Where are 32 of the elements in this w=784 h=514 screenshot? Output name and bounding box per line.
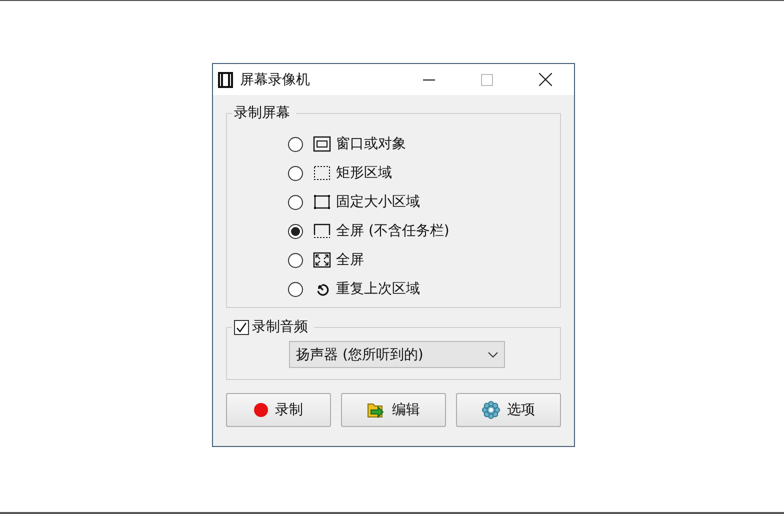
window-title: 屏幕录像机 <box>240 70 311 88</box>
radio-button[interactable] <box>288 224 303 238</box>
record-icon <box>254 403 268 417</box>
chevron-down-icon <box>488 352 498 358</box>
option-label[interactable]: 固定大小区域 <box>336 193 420 211</box>
screen-icon <box>313 223 331 239</box>
expand-icon <box>313 252 331 268</box>
edit-button[interactable]: 编辑 <box>341 393 446 427</box>
option-label[interactable]: 窗口或对象 <box>336 135 406 153</box>
minimize-icon <box>423 78 435 80</box>
gear-icon <box>482 401 500 419</box>
option-label[interactable]: 重复上次区域 <box>336 280 420 298</box>
radio-button[interactable] <box>288 282 303 296</box>
checkbox[interactable] <box>234 320 249 334</box>
option-label[interactable]: 全屏 (不含任务栏) <box>336 222 450 240</box>
audio-source-dropdown[interactable]: 扬声器 (您所听到的) <box>289 341 505 368</box>
group-label: 录制屏幕 <box>234 104 290 122</box>
maximize-icon <box>481 74 493 86</box>
close-icon <box>538 73 552 86</box>
dashed-rectangle-icon <box>313 165 331 181</box>
record-button[interactable]: 录制 <box>226 393 331 427</box>
rectangle-icon <box>313 194 331 210</box>
film-icon <box>218 72 233 88</box>
radio-button[interactable] <box>288 136 303 152</box>
window-icon <box>313 136 331 152</box>
radio-button[interactable] <box>288 166 303 180</box>
options-button[interactable]: 选项 <box>456 393 561 427</box>
radio-button[interactable] <box>288 194 303 210</box>
radio-button[interactable] <box>288 252 303 268</box>
option-label[interactable]: 矩形区域 <box>336 164 392 182</box>
folder-icon <box>367 402 385 418</box>
option-label[interactable]: 全屏 <box>336 251 364 269</box>
